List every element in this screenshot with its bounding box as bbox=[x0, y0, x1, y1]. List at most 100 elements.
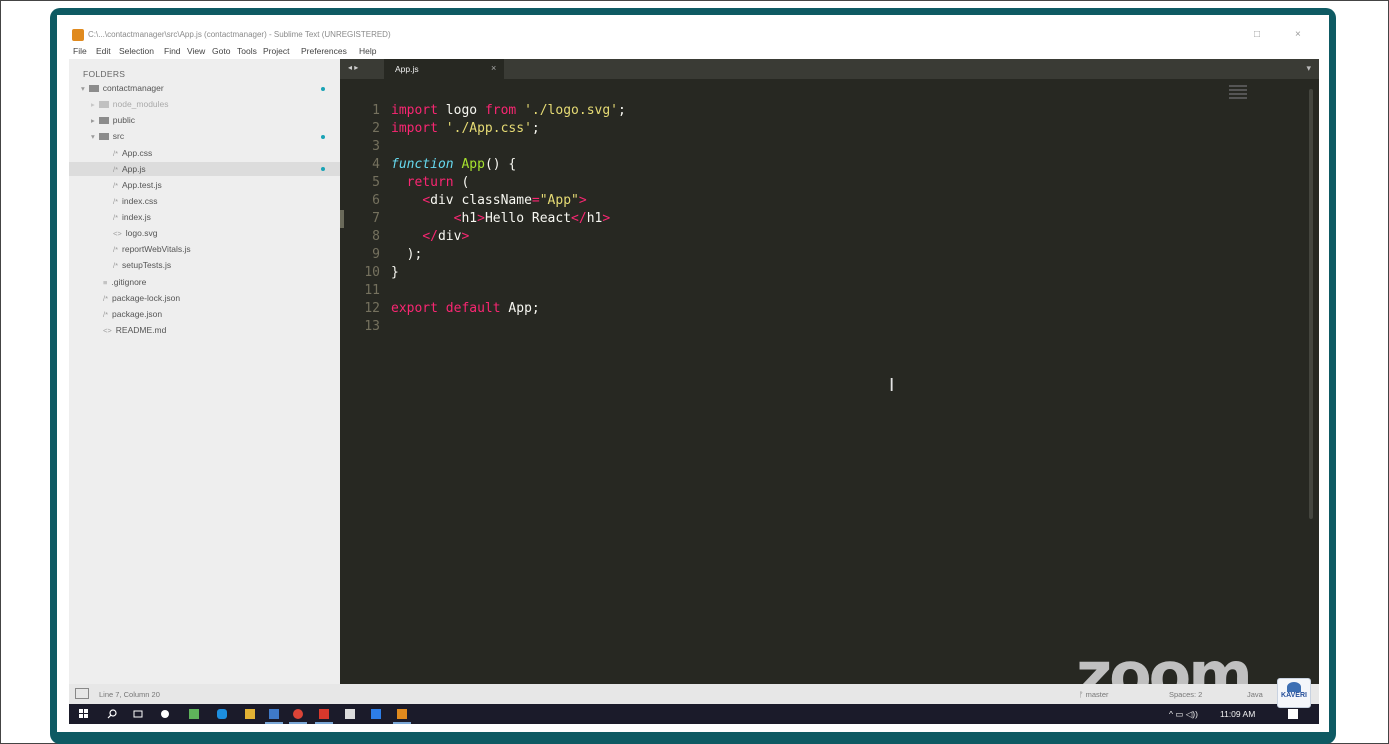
file-icon: /* bbox=[103, 294, 109, 303]
code-line: ); bbox=[391, 246, 423, 264]
sublime-taskbar-icon[interactable] bbox=[397, 709, 407, 719]
tree-file-gitignore[interactable]: ≡ .gitignore bbox=[103, 275, 146, 289]
code-token: ); bbox=[391, 247, 423, 262]
code-token: App bbox=[461, 157, 485, 172]
app-icon[interactable] bbox=[161, 710, 169, 718]
line-number: 2 bbox=[372, 121, 380, 136]
tree-file-index-css[interactable]: /* index.css bbox=[113, 194, 157, 208]
file-explorer-icon[interactable] bbox=[245, 709, 255, 719]
tree-label: public bbox=[112, 115, 135, 125]
file-icon: /* bbox=[113, 261, 119, 270]
code-token: Hello React bbox=[484, 211, 572, 226]
kaveri-logo: KAVERI bbox=[1277, 678, 1311, 708]
tree-label: index.css bbox=[122, 196, 158, 206]
app-icon[interactable] bbox=[269, 709, 279, 719]
tab-nav-arrows-icon[interactable]: ◂ ▸ bbox=[348, 63, 358, 72]
minimap[interactable] bbox=[1229, 85, 1247, 99]
chevron-right-icon: ▸ bbox=[91, 100, 95, 109]
tree-file-app-test-js[interactable]: /* App.test.js bbox=[113, 178, 162, 192]
markup-file-icon: <> bbox=[113, 229, 122, 238]
tree-label: package.json bbox=[112, 309, 163, 319]
tree-folder-public[interactable]: ▸ public bbox=[91, 113, 135, 127]
menubar: File Edit Selection Find View Goto Tools… bbox=[69, 44, 1319, 59]
menu-edit[interactable]: Edit bbox=[96, 46, 111, 56]
menu-selection[interactable]: Selection bbox=[119, 46, 154, 56]
file-icon: /* bbox=[113, 165, 119, 174]
app-icon[interactable] bbox=[189, 709, 199, 719]
tree-folder-src[interactable]: ▾ src bbox=[91, 129, 124, 143]
editor-scrollbar[interactable] bbox=[1309, 89, 1313, 519]
code-token: ( bbox=[453, 175, 470, 190]
tree-folder-contactmanager[interactable]: ▾ contactmanager bbox=[81, 81, 164, 95]
tree-label: .gitignore bbox=[111, 277, 147, 287]
desktop-screen: C:\...\contactmanager\src\App.js (contac… bbox=[69, 26, 1319, 724]
menu-help[interactable]: Help bbox=[359, 46, 376, 56]
close-window-button[interactable]: × bbox=[1295, 29, 1301, 40]
app-icon[interactable] bbox=[217, 709, 227, 719]
code-line: function App() { bbox=[391, 156, 516, 174]
active-app-indicator bbox=[315, 722, 333, 724]
maximize-button[interactable]: □ bbox=[1254, 29, 1260, 40]
app-icon[interactable] bbox=[319, 709, 329, 719]
code-token: </ bbox=[422, 229, 438, 244]
menu-goto[interactable]: Goto bbox=[212, 46, 230, 56]
tree-folder-node-modules[interactable]: ▸ node_modules bbox=[91, 97, 169, 111]
tree-file-report-web-vitals[interactable]: /* reportWebVitals.js bbox=[113, 242, 191, 256]
terminal-icon[interactable] bbox=[345, 709, 355, 719]
code-token: div bbox=[437, 229, 462, 244]
code-token: './logo.svg' bbox=[524, 103, 618, 118]
tab-app-js[interactable]: App.js × bbox=[384, 59, 504, 79]
active-app-indicator bbox=[265, 722, 283, 724]
menu-tools[interactable]: Tools bbox=[237, 46, 257, 56]
tree-label: README.md bbox=[115, 325, 167, 335]
code-token: default bbox=[445, 301, 501, 316]
tree-file-readme[interactable]: <> README.md bbox=[103, 323, 166, 337]
syntax-setting[interactable]: Java bbox=[1247, 690, 1263, 699]
menu-project[interactable]: Project bbox=[263, 46, 289, 56]
text-file-icon: ≡ bbox=[103, 278, 108, 287]
panel-toggle-icon[interactable] bbox=[75, 688, 89, 699]
code-line: import './App.css'; bbox=[391, 120, 540, 138]
code-token: > bbox=[602, 211, 611, 226]
menu-find[interactable]: Find bbox=[164, 46, 181, 56]
close-icon[interactable]: × bbox=[491, 63, 496, 73]
tab-bar: ◂ ▸ App.js × ▾ bbox=[340, 59, 1319, 79]
kaveri-label: KAVERI bbox=[1281, 692, 1307, 699]
chevron-down-icon: ▾ bbox=[91, 132, 95, 141]
chevron-down-icon[interactable]: ▾ bbox=[1306, 63, 1311, 74]
code-token: className bbox=[453, 193, 532, 208]
line-number: 13 bbox=[364, 319, 380, 334]
indentation-setting[interactable]: Spaces: 2 bbox=[1169, 690, 1202, 699]
code-editor[interactable]: 1 2 3 4 5 6 7 8 9 10 11 12 13 import logo from './lo… bbox=[340, 79, 1319, 684]
git-branch[interactable]: ᚠ master bbox=[1079, 690, 1109, 699]
notification-icon[interactable] bbox=[1288, 709, 1298, 719]
app-icon[interactable] bbox=[371, 709, 381, 719]
code-line: export default App; bbox=[391, 300, 540, 318]
code-token: </ bbox=[571, 211, 587, 226]
sidebar: FOLDERS ▾ contactmanager ▸ node_modules ▸ p… bbox=[69, 59, 340, 684]
tree-file-setup-tests[interactable]: /* setupTests.js bbox=[113, 258, 171, 272]
tree-file-app-css[interactable]: /* App.css bbox=[113, 146, 152, 160]
window-titlebar: C:\...\contactmanager\src\App.js (contac… bbox=[69, 26, 1319, 44]
tree-file-app-js[interactable]: /* App.js bbox=[69, 162, 340, 176]
windows-start-icon[interactable] bbox=[79, 709, 89, 719]
text-cursor-icon: I bbox=[889, 375, 895, 396]
clock[interactable]: 11:09 AM bbox=[1220, 709, 1255, 719]
menu-view[interactable]: View bbox=[187, 46, 205, 56]
tree-file-package-lock[interactable]: /* package-lock.json bbox=[103, 291, 180, 305]
task-view-icon[interactable] bbox=[133, 709, 143, 719]
chevron-down-icon: ▾ bbox=[81, 84, 85, 93]
menu-preferences[interactable]: Preferences bbox=[301, 46, 347, 56]
menu-file[interactable]: File bbox=[73, 46, 87, 56]
tree-file-package-json[interactable]: /* package.json bbox=[103, 307, 162, 321]
system-tray[interactable]: ^ ▭ ◁)) bbox=[1169, 709, 1198, 720]
search-icon[interactable] bbox=[107, 709, 117, 719]
chrome-icon[interactable] bbox=[293, 709, 303, 719]
code-token: > bbox=[461, 229, 470, 244]
file-icon: /* bbox=[113, 213, 119, 222]
tree-file-index-js[interactable]: /* index.js bbox=[113, 210, 151, 224]
tree-file-logo-svg[interactable]: <> logo.svg bbox=[113, 226, 157, 240]
code-token: () { bbox=[484, 157, 517, 172]
